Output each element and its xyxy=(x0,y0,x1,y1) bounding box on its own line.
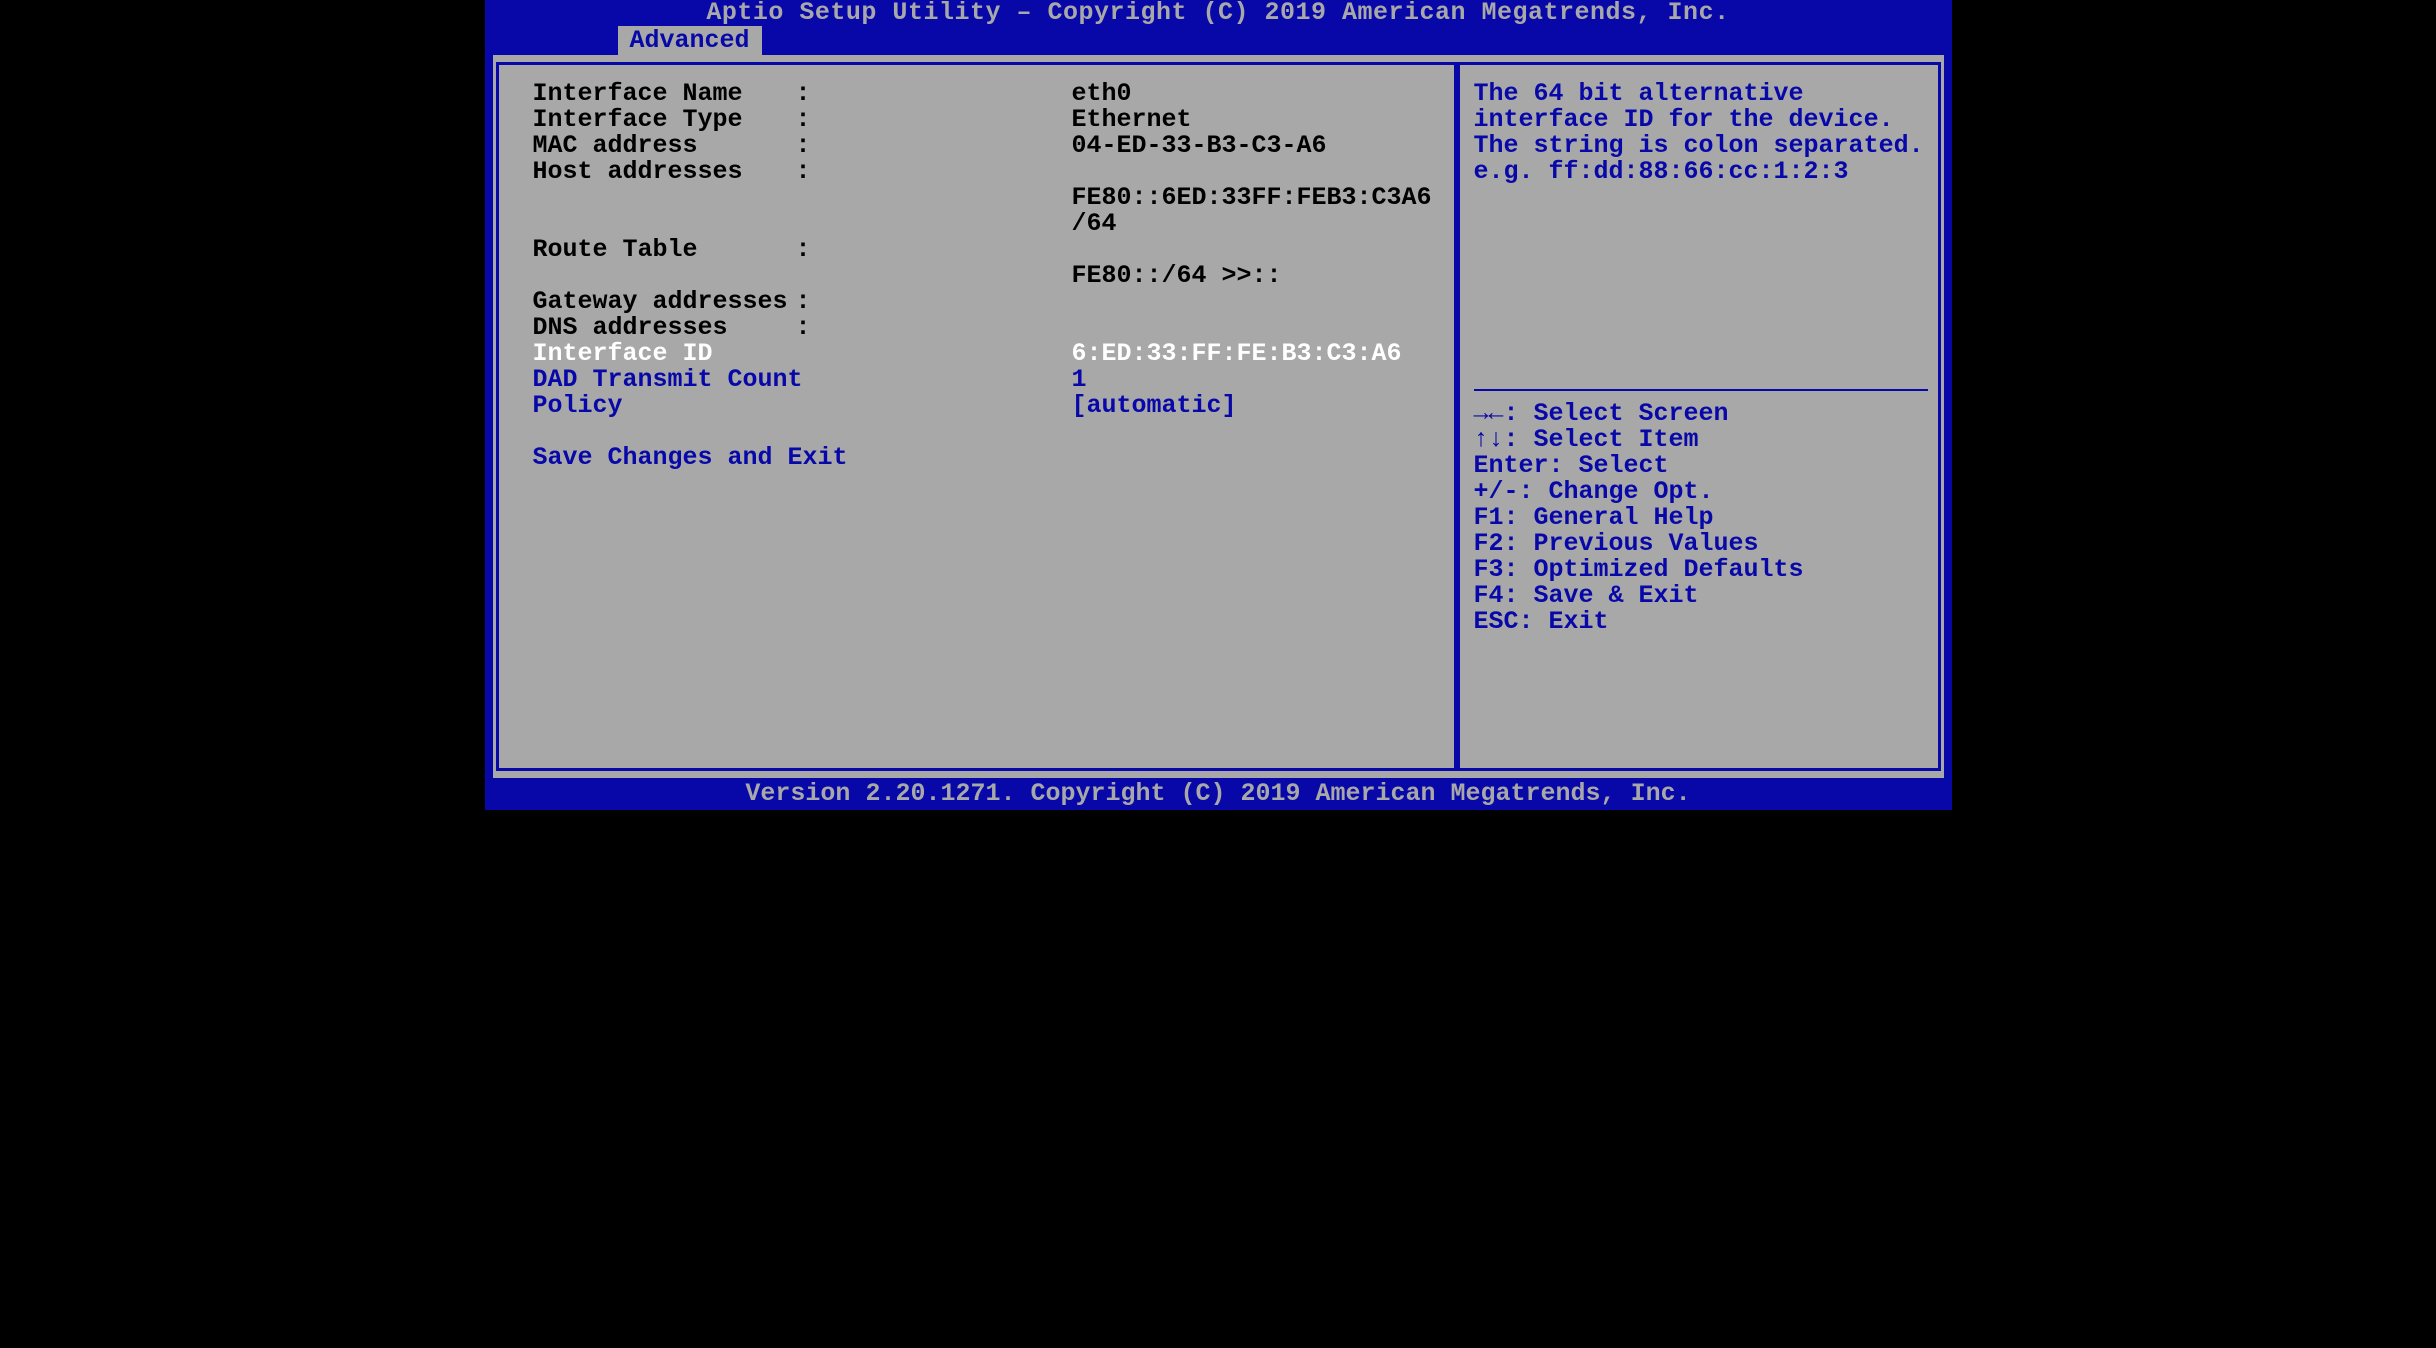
row-gateway-addresses: Gateway addresses : xyxy=(533,289,1424,315)
hint-general-help: F1: General Help xyxy=(1474,505,1928,531)
bios-screen: Aptio Setup Utility – Copyright (C) 2019… xyxy=(485,0,1952,810)
hint-previous-values: F2: Previous Values xyxy=(1474,531,1928,557)
label-save-exit: Save Changes and Exit xyxy=(533,445,848,471)
help-text: The 64 bit alternative interface ID for … xyxy=(1474,81,1928,185)
label-mac-address: MAC address xyxy=(533,133,796,159)
value-interface-type: Ethernet xyxy=(1072,107,1424,133)
work-area: Interface Name : eth0 Interface Type : E… xyxy=(493,55,1944,778)
row-route-table: Route Table : xyxy=(533,237,1424,263)
hint-enter-select: Enter: Select xyxy=(1474,453,1928,479)
row-dad-transmit-count[interactable]: DAD Transmit Count 1 xyxy=(533,367,1424,393)
row-interface-id[interactable]: Interface ID 6:ED:33:FF:FE:B3:C3:A6 xyxy=(533,341,1424,367)
hint-esc-exit: ESC: Exit xyxy=(1474,609,1928,635)
help-divider xyxy=(1474,389,1928,391)
tab-advanced[interactable]: Advanced xyxy=(618,26,762,55)
label-dns-addresses: DNS addresses xyxy=(533,315,796,341)
row-policy[interactable]: Policy [automatic] xyxy=(533,393,1424,419)
label-gateway-addresses: Gateway addresses xyxy=(533,289,796,315)
footer-text: Version 2.20.1271. Copyright (C) 2019 Am… xyxy=(745,779,1690,808)
row-host-addr-1: FE80::6ED:33FF:FEB3:C3A6 xyxy=(533,185,1424,211)
app-title: Aptio Setup Utility – Copyright (C) 2019… xyxy=(706,0,1729,27)
tab-bar: Advanced xyxy=(485,26,1952,55)
value-policy: [automatic] xyxy=(1072,393,1424,419)
value-host-addr-1: FE80::6ED:33FF:FEB3:C3A6 xyxy=(1072,185,1432,211)
settings-panel: Interface Name : eth0 Interface Type : E… xyxy=(496,62,1457,771)
row-route-1: FE80::/64 >>:: xyxy=(533,263,1424,289)
label-route-table: Route Table xyxy=(533,237,796,263)
label-interface-name: Interface Name xyxy=(533,81,796,107)
colon: : xyxy=(796,81,1072,107)
value-route-1: FE80::/64 >>:: xyxy=(1072,263,1424,289)
value-interface-name: eth0 xyxy=(1072,81,1424,107)
help-panel: The 64 bit alternative interface ID for … xyxy=(1457,62,1941,771)
hint-change-opt: +/-: Change Opt. xyxy=(1474,479,1928,505)
label-interface-id: Interface ID xyxy=(533,341,796,367)
value-dad-transmit: 1 xyxy=(1072,367,1424,393)
label-policy: Policy xyxy=(533,393,796,419)
row-mac-address: MAC address : 04-ED-33-B3-C3-A6 xyxy=(533,133,1424,159)
hint-opt-defaults: F3: Optimized Defaults xyxy=(1474,557,1928,583)
title-bar: Aptio Setup Utility – Copyright (C) 2019… xyxy=(485,0,1952,26)
row-interface-type: Interface Type : Ethernet xyxy=(533,107,1424,133)
label-dad-transmit: DAD Transmit Count xyxy=(533,367,796,393)
hint-select-item: ↑↓: Select Item xyxy=(1474,427,1928,453)
value-interface-id: 6:ED:33:FF:FE:B3:C3:A6 xyxy=(1072,341,1424,367)
value-mac-address: 04-ED-33-B3-C3-A6 xyxy=(1072,133,1424,159)
footer-bar: Version 2.20.1271. Copyright (C) 2019 Am… xyxy=(485,778,1952,810)
row-host-addr-2: /64 xyxy=(533,211,1424,237)
row-dns-addresses: DNS addresses : xyxy=(533,315,1424,341)
row-host-addresses: Host addresses : xyxy=(533,159,1424,185)
label-host-addresses: Host addresses xyxy=(533,159,796,185)
label-interface-type: Interface Type xyxy=(533,107,796,133)
value-host-addr-2: /64 xyxy=(1072,211,1424,237)
row-save-changes-and-exit[interactable]: Save Changes and Exit xyxy=(533,445,1424,471)
row-interface-name: Interface Name : eth0 xyxy=(533,81,1424,107)
hint-save-exit: F4: Save & Exit xyxy=(1474,583,1928,609)
hint-select-screen: →←: Select Screen xyxy=(1474,401,1928,427)
